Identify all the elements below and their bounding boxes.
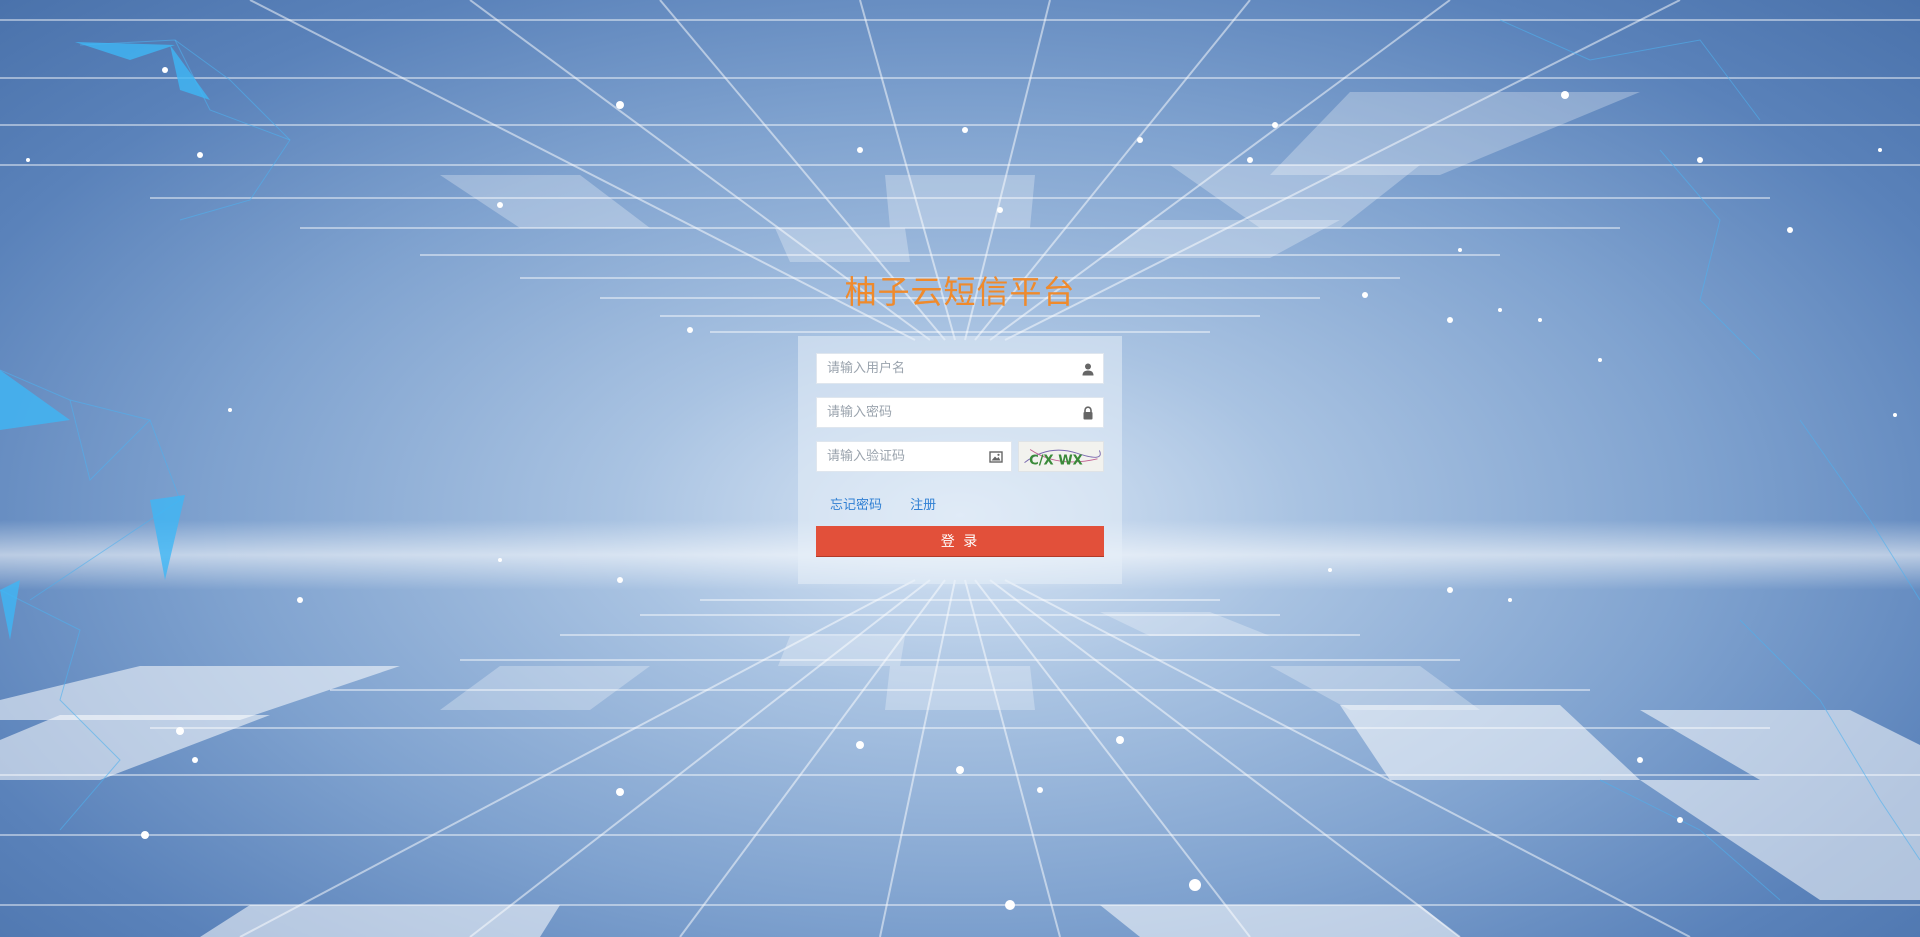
auth-links: 忘记密码 注册 bbox=[816, 494, 1104, 514]
register-link[interactable]: 注册 bbox=[910, 498, 936, 513]
captcha-image[interactable]: C/X WX bbox=[1018, 441, 1104, 472]
user-icon bbox=[1082, 363, 1094, 376]
password-input[interactable] bbox=[817, 398, 1103, 427]
image-icon bbox=[989, 451, 1003, 463]
login-button[interactable]: 登 录 bbox=[816, 526, 1104, 557]
password-field-wrapper bbox=[816, 397, 1104, 428]
username-input[interactable] bbox=[817, 354, 1103, 383]
login-panel: C/X WX 忘记密码 注册 登 录 bbox=[798, 336, 1122, 584]
username-field-wrapper bbox=[816, 353, 1104, 384]
forgot-password-link[interactable]: 忘记密码 bbox=[830, 498, 882, 513]
captcha-row: C/X WX bbox=[816, 441, 1104, 472]
captcha-field-wrapper bbox=[816, 441, 1012, 472]
captcha-text: C/X WX bbox=[1029, 453, 1083, 468]
lock-icon bbox=[1083, 406, 1093, 420]
captcha-input[interactable] bbox=[817, 442, 1011, 471]
page-title: 柚子云短信平台 bbox=[844, 273, 1076, 311]
